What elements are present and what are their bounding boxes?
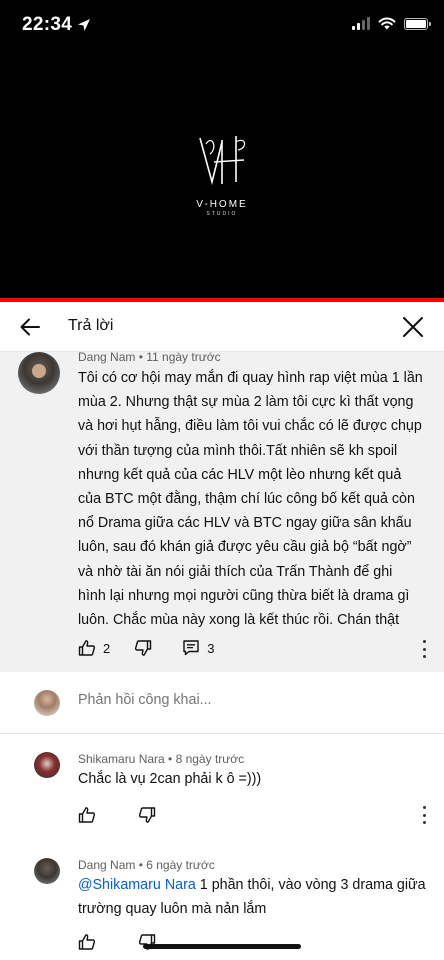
main-comment: Dang Nam • 11 ngày trước Tôi có cơ hội m…	[0, 350, 444, 672]
like-button[interactable]	[78, 806, 96, 824]
logo-subtext: STUDIO	[206, 211, 238, 217]
thumbs-down-icon	[138, 807, 156, 823]
more-options-icon[interactable]	[421, 640, 427, 658]
location-arrow-icon	[78, 19, 90, 31]
replies-button[interactable]: 3	[182, 639, 214, 657]
video-player[interactable]: 22:34 V-HOME STUDIO	[0, 0, 444, 302]
mention-link[interactable]: @Shikamaru Nara	[78, 877, 196, 893]
reply-author[interactable]: Shikamaru Nara	[78, 752, 165, 766]
avatar[interactable]	[34, 858, 60, 884]
reply-text: Chắc là vụ 2can phải k ô =)))	[78, 771, 262, 787]
meta-separator: •	[135, 350, 147, 364]
home-indicator[interactable]	[143, 944, 301, 949]
comment-text: Tôi có cơ hội may mắn đi quay hình rap v…	[78, 370, 423, 629]
wifi-icon	[378, 17, 396, 30]
thumbs-up-icon	[78, 640, 96, 656]
thumbs-up-icon	[78, 807, 96, 823]
more-options-icon[interactable]	[421, 806, 427, 824]
reply-count: 3	[207, 640, 215, 656]
meta-separator: •	[135, 858, 147, 872]
status-bar: 22:34	[0, 0, 444, 52]
reply-time: 8 ngày trước	[175, 752, 245, 766]
cellular-signal-icon	[352, 17, 370, 30]
close-icon[interactable]	[402, 316, 424, 338]
vhome-logo-icon	[199, 136, 246, 186]
like-button[interactable]	[78, 933, 96, 951]
like-count: 2	[103, 640, 111, 656]
reply-input[interactable]	[78, 692, 378, 708]
reply-meta: Shikamaru Nara • 8 ngày trước	[78, 752, 244, 766]
like-button[interactable]: 2	[78, 639, 110, 657]
avatar[interactable]	[18, 352, 60, 394]
battery-icon	[404, 17, 431, 30]
reply-time: 6 ngày trước	[146, 858, 215, 872]
status-indicators	[352, 17, 431, 30]
comment-icon	[183, 640, 199, 656]
dislike-button[interactable]	[138, 806, 156, 824]
status-time: 22:34	[22, 14, 73, 35]
thumbs-up-icon	[78, 934, 96, 950]
replies-header: Trả lời	[0, 302, 444, 352]
comment-time: 11 ngày trước	[146, 350, 221, 364]
arrow-left-icon[interactable]	[18, 315, 42, 339]
meta-separator: •	[164, 752, 176, 766]
reply-input-row	[0, 672, 444, 734]
avatar[interactable]	[34, 752, 60, 778]
reply-item: Dang Nam • 6 ngày trước @Shikamaru Nara …	[0, 844, 444, 960]
avatar	[34, 690, 60, 716]
reply-author[interactable]: Dang Nam	[78, 858, 135, 872]
reply-text: @Shikamaru Nara 1 phần thôi, vào vòng 3 …	[78, 873, 426, 921]
dislike-button[interactable]	[134, 639, 152, 657]
header-title: Trả lời	[68, 317, 114, 334]
logo-text: V-HOME	[196, 199, 248, 210]
reply-item: Shikamaru Nara • 8 ngày trước Chắc là vụ…	[0, 734, 444, 844]
reply-actions	[78, 806, 156, 824]
comment-meta: Dang Nam • 11 ngày trước	[78, 350, 221, 364]
channel-logo: V-HOME STUDIO	[186, 132, 258, 217]
reply-meta: Dang Nam • 6 ngày trước	[78, 858, 215, 872]
comment-author[interactable]: Dang Nam	[78, 350, 135, 364]
comment-actions: 2 3	[78, 639, 214, 657]
thumbs-down-icon	[135, 640, 152, 656]
